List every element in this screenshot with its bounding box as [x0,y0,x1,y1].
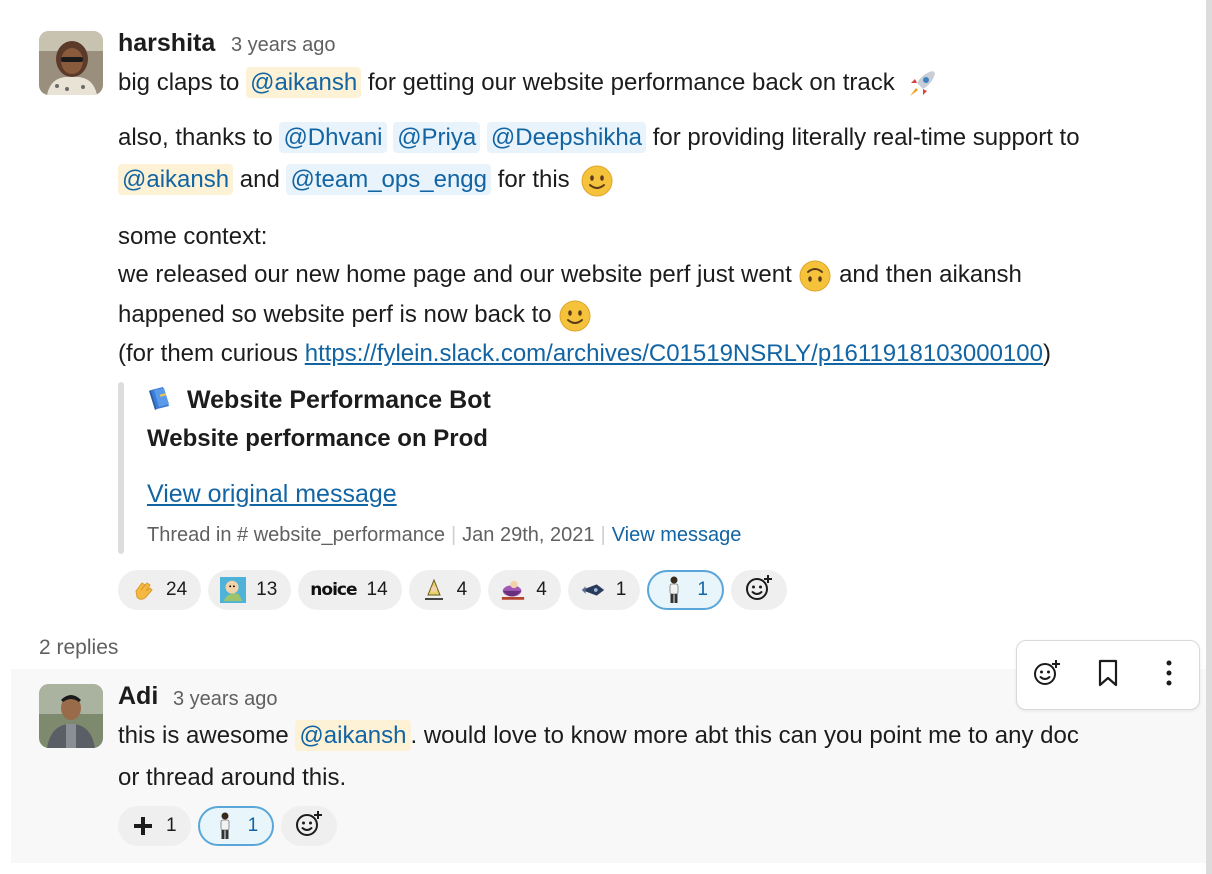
book-icon [147,384,175,419]
text: for getting our website performance back… [361,69,895,96]
message-line: or thread around this. [118,764,347,791]
text: big claps to [118,69,247,96]
reaction-pill[interactable]: 1 [118,806,191,846]
message-link[interactable]: https://fylein.slack.com/archives/C01519… [305,340,1043,367]
text: and then aikansh [832,261,1022,288]
message-line: some context: [118,223,268,250]
attachment-subtitle: Website performance on Prod [147,425,488,452]
mention[interactable]: @aikansh [295,720,411,751]
thread-channel[interactable]: Thread in # website_performance [147,524,445,546]
reaction-count: 1 [697,579,708,600]
message-line: (for them curious https://fylein.slack.c… [118,336,1051,372]
noice-icon: noice [310,580,357,600]
add-reaction-icon [744,573,774,608]
replies-count[interactable]: 2 replies [39,636,118,660]
reaction-count: 13 [256,579,278,600]
custom-face-icon [220,577,247,603]
add-reaction-icon [1032,658,1062,693]
plus-icon [130,813,156,839]
attachment-meta: Thread in # website_performance | Jan 29th… [147,524,741,547]
reaction-count: 1 [247,815,259,836]
reaction-count: 24 [166,579,188,600]
text: also, thanks to [118,124,280,151]
message-line: big claps to @aikansh for getting our we… [118,65,939,101]
save-button[interactable] [1087,654,1129,696]
mention[interactable]: @aikansh [246,67,362,98]
message-actions-toolbar [1016,640,1200,710]
message-line: we released our new home page and our we… [118,257,1022,293]
rocket-icon [905,67,939,101]
view-message-link[interactable]: View message [612,524,742,546]
text: we released our new home page and our we… [118,261,799,288]
add-reaction-button[interactable] [281,806,338,846]
add-reaction-button[interactable] [730,570,787,610]
divider: | [450,524,457,546]
reaction-pill[interactable]: 4 [488,570,561,610]
reaction-pill[interactable]: 13 [208,570,292,610]
author-name[interactable]: Adi [118,682,158,711]
text: happened so website perf is now back to [118,301,552,328]
bookmark-icon [1097,659,1119,692]
rocket-small-icon [580,577,606,603]
person-standing-icon [661,576,687,603]
message-line: @aikansh and @team_ops_engg for this [118,162,614,198]
message: harshita 3 years ago big claps to @aikan… [0,0,1206,620]
timestamp[interactable]: 3 years ago [231,34,336,57]
text: (for them curious [118,340,305,367]
reaction-count: 4 [456,579,468,600]
reaction-pill-selected[interactable]: 1 [647,570,724,610]
mention[interactable]: @Dhvani [279,122,387,153]
reaction-pill-selected[interactable]: 1 [197,806,275,846]
slightly-smiling-face-icon [580,164,614,198]
avatar[interactable] [39,31,103,95]
divider: | [600,524,606,546]
attachment-title: Website Performance Bot [147,384,491,419]
reaction-count: 1 [166,815,177,836]
timestamp[interactable]: 3 years ago [173,688,278,711]
text: ) [1042,340,1051,367]
bot-name[interactable]: Website Performance Bot [187,386,491,414]
reaction-count: 14 [366,579,388,600]
slightly-smiling-face-icon [558,299,592,333]
reaction-pill[interactable]: 4 [408,570,482,610]
scrollbar[interactable] [1206,0,1212,874]
avatar[interactable] [39,684,103,748]
mention[interactable]: @aikansh [118,164,234,195]
text: . would love to know more abt this can y… [410,722,1079,749]
reactions-bar: 1 1 [118,806,338,846]
more-actions-button[interactable] [1148,654,1190,696]
reaction-pill[interactable]: 1 [567,570,641,610]
clap-icon [130,577,156,603]
person-standing-icon [212,812,238,839]
reaction-pill[interactable]: noice 14 [298,570,402,610]
upside-down-face-icon [798,259,832,293]
author-name[interactable]: harshita [118,29,215,58]
add-reaction-icon [294,809,324,844]
reaction-count: 4 [536,579,547,600]
pot-icon [500,577,526,603]
message-line: also, thanks to @Dhvani @Priya @Deepshik… [118,120,1080,156]
mention[interactable]: @Priya [393,122,481,153]
reaction-count: 1 [615,579,627,600]
bell-hands-icon [421,577,447,603]
message-line: happened so website perf is now back to [118,297,592,333]
text: for providing literally real-time suppor… [646,124,1080,151]
reaction-pill[interactable]: 24 [118,570,202,610]
thread-date[interactable]: Jan 29th, 2021 [462,524,594,546]
mention[interactable]: @team_ops_engg [286,164,491,195]
attachment-bar [118,382,124,554]
text: and [233,166,287,193]
view-original-link[interactable]: View original message [147,480,397,509]
text: this is awesome [118,722,296,749]
more-vertical-icon [1165,659,1173,692]
mention[interactable]: @Deepshikha [486,122,647,153]
text: for this [490,166,570,193]
add-reaction-button[interactable] [1026,654,1068,696]
message-line: this is awesome @aikansh. would love to … [118,718,1079,754]
reactions-bar: 24 13 noice 14 4 4 1 1 [118,570,787,610]
